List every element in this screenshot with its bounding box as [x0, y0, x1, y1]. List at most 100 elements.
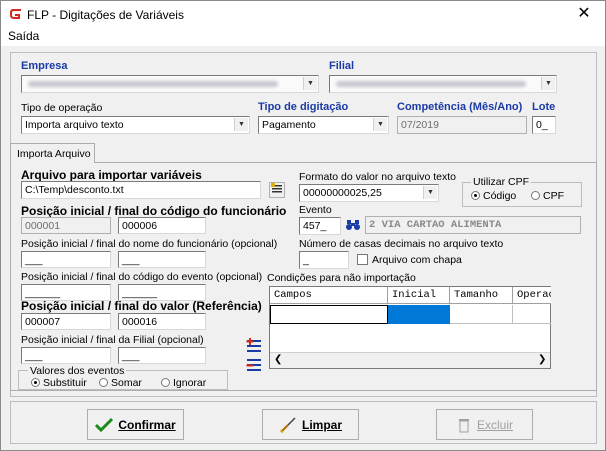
trash-icon [458, 418, 469, 432]
tipo-operacao-value: Importa arquivo texto [25, 119, 124, 131]
competencia-value: 07/2019 [401, 119, 439, 131]
scroll-right-icon[interactable]: ❯ [538, 354, 546, 365]
formato-value: 00000000025,25 [303, 187, 382, 199]
scroll-left-icon[interactable]: ❮ [274, 354, 282, 365]
browse-folder-button[interactable] [269, 182, 285, 198]
menu-bar: Saída [1, 28, 605, 46]
pos-nome-fim-value: ___ [122, 254, 140, 266]
pos-funcionario-label: Posição inicial / final do código do fun… [21, 204, 287, 218]
grid-header-operacao[interactable]: Operac [513, 287, 551, 304]
evento-label: Evento [299, 204, 332, 216]
grid-cell-inicial-selected[interactable] [388, 305, 450, 324]
empresa-label: Empresa [21, 60, 68, 72]
casas-decimais-input[interactable]: _ [299, 251, 349, 269]
pos-filial-ini-value: ___ [25, 350, 43, 362]
chevron-down-icon[interactable]: ▼ [303, 77, 317, 90]
formato-select[interactable]: 00000000025,25 ▼ [299, 184, 439, 202]
valores-eventos-label: Valores dos eventos [28, 365, 127, 377]
radio-selected-icon [31, 378, 40, 387]
pos-filial-ini[interactable]: ___ [21, 347, 111, 364]
arquivo-path-input[interactable]: C:\Temp\desconto.txt [21, 181, 261, 199]
radio-somar-label: Somar [111, 377, 142, 389]
condicoes-grid[interactable]: Campos Inicial Tamanho Operac ❮ ❯ [269, 286, 551, 369]
formato-label: Formato do valor no arquivo texto [299, 171, 456, 183]
chevron-down-icon[interactable]: ▼ [373, 118, 387, 131]
binoculars-icon [346, 220, 360, 230]
radio-somar[interactable]: Somar [99, 377, 142, 389]
binoculars-search-button[interactable] [345, 217, 361, 233]
grid-cell-operacao[interactable] [513, 305, 551, 324]
casas-decimais-label: Número de casas decimais no arquivo text… [299, 238, 504, 250]
pos-nome-fim[interactable]: ___ [118, 251, 206, 268]
grid-cell-campos[interactable] [270, 305, 388, 324]
radio-codigo[interactable]: Código [471, 190, 516, 202]
tipo-digitacao-select[interactable]: Pagamento ▼ [258, 116, 389, 134]
add-row-icon [246, 338, 261, 352]
empresa-select[interactable]: ▼ [21, 75, 319, 93]
utilizar-cpf-label: Utilizar CPF [471, 176, 532, 188]
competencia-field[interactable]: 07/2019 [397, 116, 527, 134]
tipo-operacao-select[interactable]: Importa arquivo texto ▼ [21, 116, 250, 134]
pos-nome-ini[interactable]: ___ [21, 251, 111, 268]
tipo-digitacao-label: Tipo de digitação [258, 101, 349, 113]
chevron-down-icon[interactable]: ▼ [423, 186, 437, 199]
grid-header-inicial[interactable]: Inicial [388, 287, 450, 304]
radio-codigo-label: Código [483, 190, 517, 202]
lote-value: 0_ [536, 119, 548, 131]
radio-cpf[interactable]: CPF [531, 190, 564, 202]
redacted-value [336, 81, 526, 87]
grid-horizontal-scrollbar[interactable]: ❮ ❯ [270, 352, 550, 368]
limpar-label: Limpar [301, 417, 342, 432]
pos-evento-ini-value: ______ [25, 287, 61, 299]
radio-substituir-label: Substituir [43, 377, 87, 389]
lote-label: Lote [532, 101, 556, 113]
radio-ignorar[interactable]: Ignorar [161, 377, 206, 389]
evento-code-value: 457_ [303, 220, 327, 232]
radio-selected-icon [471, 191, 480, 200]
pos-evento-label: Posição inicial / final do código do eve… [21, 271, 263, 283]
pos-filial-fim[interactable]: ___ [118, 347, 206, 364]
lote-field[interactable]: 0_ [532, 116, 556, 134]
tipo-digitacao-value: Pagamento [262, 119, 316, 131]
tipo-operacao-label: Tipo de operação [21, 102, 103, 114]
confirmar-button[interactable]: Confirmar [87, 409, 184, 440]
add-row-button[interactable] [246, 338, 262, 354]
pos-funcionario-fim-value: 000006 [122, 220, 158, 232]
app-logo-icon [10, 9, 21, 19]
radio-icon [531, 191, 540, 200]
radio-ignorar-label: Ignorar [173, 377, 207, 389]
arquivo-chapa-checkbox[interactable] [357, 254, 368, 265]
browse-list-icon [271, 183, 282, 193]
grid-header-tamanho[interactable]: Tamanho [450, 287, 513, 304]
grid-cell-tamanho[interactable] [450, 305, 513, 324]
grid-header-campos[interactable]: Campos [270, 287, 388, 304]
filial-select[interactable]: ▼ [329, 75, 557, 93]
evento-code-input[interactable]: 457_ [299, 217, 341, 235]
remove-row-button[interactable] [246, 357, 262, 373]
chevron-down-icon[interactable]: ▼ [234, 118, 248, 131]
app-window: FLP - Digitações de Variáveis ✕ Saída Em… [0, 0, 606, 451]
confirmar-label: Confirmar [118, 417, 176, 432]
close-button[interactable]: ✕ [573, 5, 595, 25]
window-title: FLP - Digitações de Variáveis [27, 8, 184, 22]
pos-evento-fim-value: ______ [122, 287, 158, 299]
pos-funcionario-ini[interactable]: 000001 [21, 217, 111, 234]
remove-row-icon [246, 359, 261, 371]
limpar-button[interactable]: Limpar [262, 409, 359, 440]
tab-importa-arquivo[interactable]: Importa Arquivo [10, 143, 95, 163]
radio-substituir[interactable]: Substituir [31, 377, 87, 389]
pos-funcionario-ini-value: 000001 [25, 220, 61, 232]
filial-label: Filial [329, 60, 355, 72]
pos-valor-label: Posição inicial / final do valor (Referê… [21, 299, 262, 313]
pos-valor-fim[interactable]: 000016 [118, 313, 206, 330]
pos-funcionario-fim[interactable]: 000006 [118, 217, 206, 234]
radio-icon [161, 378, 170, 387]
tab-label: Importa Arquivo [17, 148, 91, 160]
title-bar: FLP - Digitações de Variáveis ✕ [1, 1, 605, 28]
pos-nome-ini-value: ___ [25, 254, 43, 266]
chevron-down-icon[interactable]: ▼ [541, 77, 555, 90]
arquivo-path-value: C:\Temp\desconto.txt [25, 184, 124, 196]
pos-valor-ini[interactable]: 000007 [21, 313, 111, 330]
casas-decimais-value: _ [303, 254, 309, 266]
menu-item-saida[interactable]: Saída [8, 29, 39, 43]
